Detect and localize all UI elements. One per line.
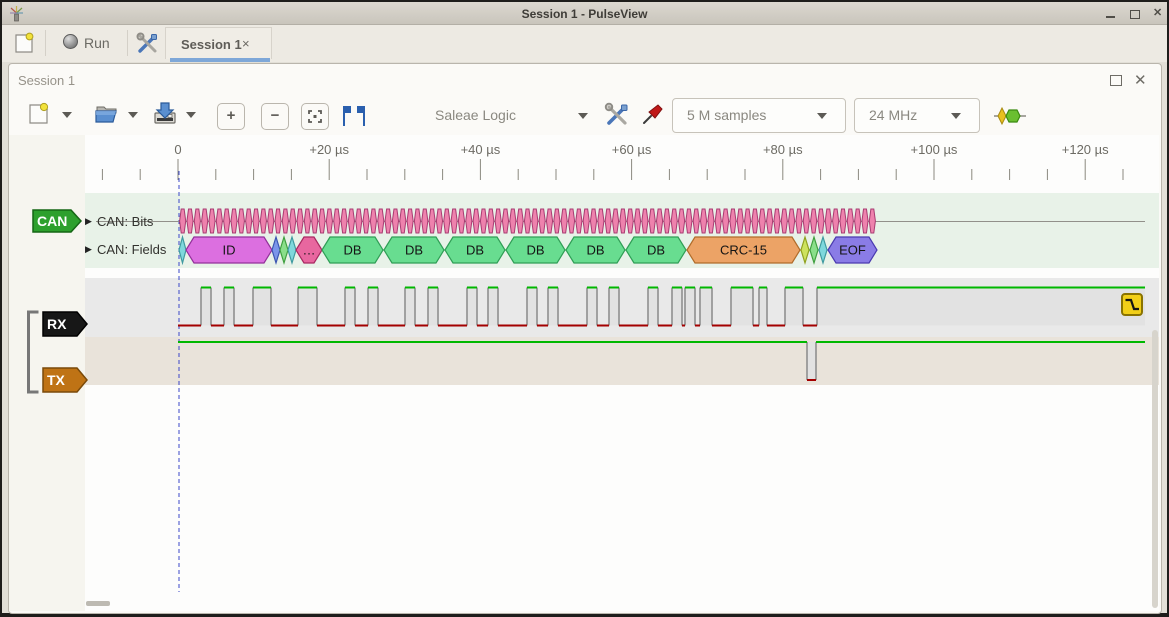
svg-text:+60 µs: +60 µs bbox=[612, 142, 652, 157]
svg-text:…: … bbox=[303, 243, 316, 258]
svg-text:CAN: CAN bbox=[37, 213, 67, 229]
expander-icon[interactable]: ▶ bbox=[85, 216, 92, 227]
svg-text:DB: DB bbox=[526, 243, 544, 258]
svg-text:DB: DB bbox=[466, 243, 484, 258]
bit-annotations bbox=[180, 209, 876, 233]
svg-text:+120 µs: +120 µs bbox=[1062, 142, 1109, 157]
svg-text:ID: ID bbox=[223, 243, 236, 258]
svg-text:CRC-15: CRC-15 bbox=[720, 243, 767, 258]
svg-text:+100 µs: +100 µs bbox=[911, 142, 958, 157]
decoder-row-bits-label[interactable]: CAN: Bits bbox=[97, 214, 153, 229]
channel-group-bracket bbox=[29, 312, 39, 392]
field-annotations: ID … DB DB DB DB DB DB CRC-15 EOF bbox=[179, 237, 877, 263]
svg-text:DB: DB bbox=[343, 243, 361, 258]
horizontal-scrollbar-thumb[interactable] bbox=[86, 601, 110, 606]
svg-text:DB: DB bbox=[647, 243, 665, 258]
svg-text:DB: DB bbox=[586, 243, 604, 258]
tx-waveform bbox=[178, 342, 1145, 380]
svg-text:EOF: EOF bbox=[839, 243, 866, 258]
vertical-scrollbar-thumb[interactable] bbox=[1152, 330, 1158, 608]
trace-overlay: 0+20 µs+40 µs+60 µs+80 µs+100 µs+120 µs … bbox=[0, 0, 1169, 617]
svg-text:RX: RX bbox=[47, 316, 67, 332]
svg-text:+80 µs: +80 µs bbox=[763, 142, 803, 157]
expander-icon[interactable]: ▶ bbox=[85, 244, 92, 255]
ruler-ticks: 0 +20 µs +40 µs +60 µs +80 µs +100 µs +120 µs bbox=[102, 142, 1123, 180]
svg-text:DB: DB bbox=[405, 243, 423, 258]
rx-waveform bbox=[178, 288, 1145, 326]
svg-text:TX: TX bbox=[47, 372, 66, 388]
svg-text:+20 µs: +20 µs bbox=[309, 142, 349, 157]
app-window: Session 1 - PulseView ✕ Run bbox=[0, 0, 1169, 617]
svg-text:0: 0 bbox=[174, 142, 181, 157]
channel-tags[interactable]: CAN RX TX bbox=[33, 210, 87, 392]
decoder-row-fields-label[interactable]: CAN: Fields bbox=[97, 242, 166, 257]
svg-text:+40 µs: +40 µs bbox=[461, 142, 501, 157]
trigger-marker-icon[interactable] bbox=[1121, 293, 1143, 316]
